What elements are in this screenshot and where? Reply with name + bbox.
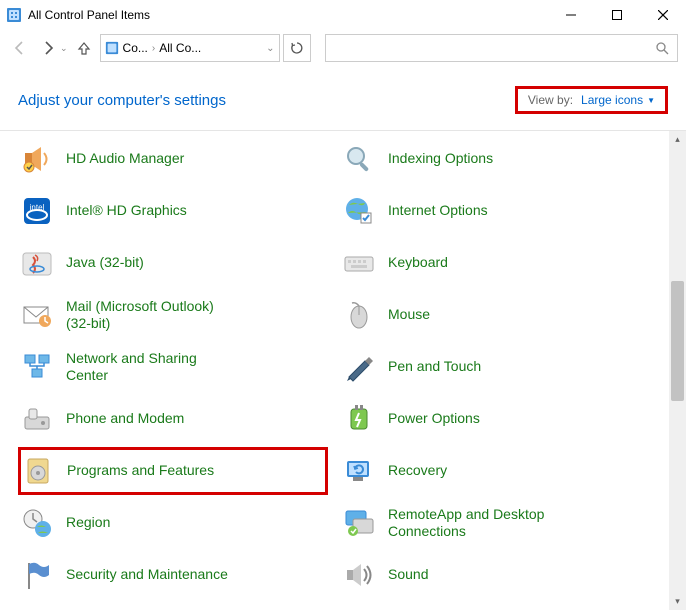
java-icon <box>20 246 54 280</box>
content-area: HD Audio Manager Indexing Options intel … <box>0 131 686 610</box>
item-sound[interactable]: Sound <box>340 551 650 599</box>
remote-desktop-icon <box>342 506 376 540</box>
forward-button[interactable] <box>36 36 60 60</box>
item-label: Security and Maintenance <box>66 566 228 584</box>
item-label: Indexing Options <box>388 150 493 168</box>
item-keyboard[interactable]: Keyboard <box>340 239 650 287</box>
minimize-button[interactable] <box>548 0 594 30</box>
address-dropdown[interactable]: ⌄ <box>266 43 274 54</box>
flag-icon <box>20 558 54 592</box>
magnifier-icon <box>342 142 376 176</box>
window-controls <box>548 0 686 30</box>
item-hd-audio-manager[interactable]: HD Audio Manager <box>18 135 328 183</box>
programs-icon <box>21 454 55 488</box>
page-title: Adjust your computer's settings <box>18 92 226 109</box>
item-remoteapp[interactable]: RemoteApp and Desktop Connections <box>340 499 650 547</box>
item-label: Recovery <box>388 462 447 480</box>
item-label: Region <box>66 514 110 532</box>
item-intel-hd-graphics[interactable]: intel Intel® HD Graphics <box>18 187 328 235</box>
globe-icon <box>342 194 376 228</box>
mail-icon <box>20 298 54 332</box>
view-by-label: View by: <box>528 93 573 107</box>
item-pen-touch[interactable]: Pen and Touch <box>340 343 650 391</box>
network-icon <box>20 350 54 384</box>
item-mouse[interactable]: Mouse <box>340 291 650 339</box>
item-label: Pen and Touch <box>388 358 481 376</box>
chevron-right-icon[interactable]: › <box>152 43 155 54</box>
speaker-icon <box>20 142 54 176</box>
recent-locations-dropdown[interactable]: ⌄ <box>60 43 68 54</box>
item-mail[interactable]: Mail (Microsoft Outlook) (32-bit) <box>18 291 328 339</box>
breadcrumb-part1[interactable]: Co... <box>123 41 148 55</box>
item-label: Java (32-bit) <box>66 254 144 272</box>
item-label: Keyboard <box>388 254 448 272</box>
search-input[interactable] <box>334 40 655 56</box>
item-label: Network and Sharing Center <box>66 350 236 385</box>
item-label: Intel® HD Graphics <box>66 202 187 220</box>
svg-text:intel: intel <box>30 203 45 212</box>
item-indexing-options[interactable]: Indexing Options <box>340 135 650 183</box>
phone-icon <box>20 402 54 436</box>
item-power-options[interactable]: Power Options <box>340 395 650 443</box>
recovery-icon <box>342 454 376 488</box>
item-region[interactable]: Region <box>18 499 328 547</box>
item-label: Programs and Features <box>67 462 214 480</box>
power-icon <box>342 402 376 436</box>
up-button[interactable] <box>72 36 96 60</box>
chevron-down-icon: ▼ <box>647 96 655 105</box>
view-by-selector[interactable]: View by: Large icons ▼ <box>515 86 668 114</box>
refresh-button[interactable] <box>283 34 311 62</box>
window-title: All Control Panel Items <box>28 8 548 22</box>
item-phone-modem[interactable]: Phone and Modem <box>18 395 328 443</box>
item-internet-options[interactable]: Internet Options <box>340 187 650 235</box>
address-bar[interactable]: Co... › All Co... ⌄ <box>100 34 280 62</box>
item-label: Sound <box>388 566 428 584</box>
item-label: RemoteApp and Desktop Connections <box>388 506 558 541</box>
scrollbar[interactable]: ▴ ▾ <box>669 131 686 610</box>
scroll-thumb[interactable] <box>671 281 684 401</box>
clock-globe-icon <box>20 506 54 540</box>
control-panel-icon <box>105 41 119 55</box>
intel-icon: intel <box>20 194 54 228</box>
close-button[interactable] <box>640 0 686 30</box>
item-network-sharing[interactable]: Network and Sharing Center <box>18 343 328 391</box>
header-row: Adjust your computer's settings View by:… <box>0 66 686 131</box>
item-label: Power Options <box>388 410 480 428</box>
mouse-icon <box>342 298 376 332</box>
scroll-up-button[interactable]: ▴ <box>669 131 686 148</box>
maximize-button[interactable] <box>594 0 640 30</box>
item-label: Mail (Microsoft Outlook) (32-bit) <box>66 298 236 333</box>
item-recovery[interactable]: Recovery <box>340 447 650 495</box>
item-label: Mouse <box>388 306 430 324</box>
navigation-bar: ⌄ Co... › All Co... ⌄ <box>0 30 686 66</box>
pen-icon <box>342 350 376 384</box>
search-box[interactable] <box>325 34 678 62</box>
item-java[interactable]: Java (32-bit) <box>18 239 328 287</box>
titlebar: All Control Panel Items <box>0 0 686 30</box>
item-security-maintenance[interactable]: Security and Maintenance <box>18 551 328 599</box>
breadcrumb-part2[interactable]: All Co... <box>159 41 201 55</box>
control-panel-icon <box>6 7 22 23</box>
items-grid: HD Audio Manager Indexing Options intel … <box>18 135 678 610</box>
search-icon[interactable] <box>655 41 669 55</box>
back-button[interactable] <box>8 36 32 60</box>
item-label: Phone and Modem <box>66 410 184 428</box>
item-label: Internet Options <box>388 202 488 220</box>
keyboard-icon <box>342 246 376 280</box>
sound-icon <box>342 558 376 592</box>
item-programs-features[interactable]: Programs and Features <box>18 447 328 495</box>
scroll-down-button[interactable]: ▾ <box>669 593 686 610</box>
view-by-value[interactable]: Large icons ▼ <box>581 93 655 107</box>
item-label: HD Audio Manager <box>66 150 184 168</box>
